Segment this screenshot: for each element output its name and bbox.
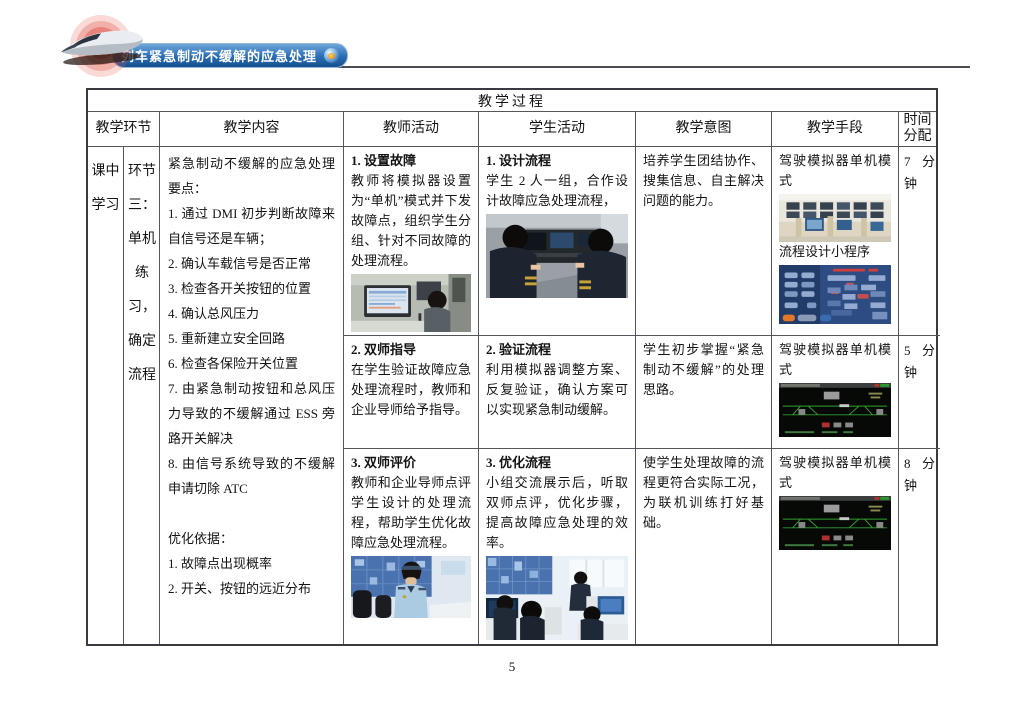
document-page: { "page": { "banner_title": "列车紧急制动不缓解的应…	[0, 0, 1024, 724]
teacher-activity-row3: 3. 双师评价 教师和企业导师点评学生设计的处理流程，帮助学生优化故障应急处理流…	[344, 449, 479, 644]
teaching-process-table: 教学过程 教学环节 教学内容 教师活动 学生活动 教学意图 教学手段 时间分配 …	[86, 88, 938, 646]
stage-phase: 课中学习	[88, 147, 124, 644]
instructor-evaluation-photo	[351, 556, 471, 618]
table-row: 1. 设置故障 教师将模拟器设置为“单机”模式并下发故障点，组织学生分组、针对不…	[344, 147, 940, 336]
page-title: 列车紧急制动不缓解的应急处理	[121, 46, 317, 65]
stage-cell: 课中学习 环节三：单机练习，确定流程	[88, 147, 160, 644]
teacher-at-computer-photo	[351, 274, 471, 332]
column-header-content: 教学内容	[160, 112, 344, 146]
teacher-activity-text: 教师和企业导师点评学生设计的处理流程，帮助学生优化故障应急处理流程。	[351, 473, 471, 553]
student-activity-row3: 3. 优化流程 小组交流展示后，听取双师点评，优化步骤，提高故障应急处理的效率。	[479, 449, 636, 644]
students-at-simulator-photo	[486, 214, 628, 298]
teacher-activity-title: 3. 双师评价	[351, 453, 471, 473]
table-row: 2. 双师指导 在学生验证故障应急处理流程时，教师和企业导师给予指导。 2. 验…	[344, 336, 940, 449]
table-body: 课中学习 环节三：单机练习，确定流程 紧急制动不缓解的应急处理要点： 1. 通过…	[88, 147, 936, 644]
method-label: 流程设计小程序	[779, 242, 891, 262]
column-header-intent: 教学意图	[636, 112, 772, 146]
table-header-row: 教学环节 教学内容 教师活动 学生活动 教学意图 教学手段 时间分配	[88, 112, 936, 147]
classroom-discussion-photo	[486, 556, 628, 640]
simulator-room-photo	[779, 194, 891, 242]
column-header-time: 时间分配	[899, 112, 936, 146]
track-diagram-screenshot	[779, 496, 891, 550]
intent-row2: 学生初步掌握“紧急制动不缓解”的处理思路。	[636, 336, 772, 448]
teacher-activity-row1: 1. 设置故障 教师将模拟器设置为“单机”模式并下发故障点，组织学生分组、针对不…	[344, 147, 479, 335]
student-activity-title: 1. 设计流程	[486, 151, 628, 171]
method-row2: 驾驶模拟器单机模式	[772, 336, 899, 448]
method-row1: 驾驶模拟器单机模式 流程	[772, 147, 899, 335]
teacher-activity-title: 2. 双师指导	[351, 340, 471, 360]
student-activity-text: 学生 2 人一组，合作设计故障应急处理流程，	[486, 171, 628, 211]
student-activity-title: 3. 优化流程	[486, 453, 628, 473]
activity-rows: 1. 设置故障 教师将模拟器设置为“单机”模式并下发故障点，组织学生分组、针对不…	[344, 147, 940, 644]
page-number: 5	[0, 659, 1024, 675]
teacher-activity-title: 1. 设置故障	[351, 151, 471, 171]
column-header-method: 教学手段	[772, 112, 899, 146]
flow-design-app-screenshot	[779, 265, 891, 324]
student-activity-row1: 1. 设计流程 学生 2 人一组，合作设计故障应急处理流程，	[479, 147, 636, 335]
intent-row1: 培养学生团结协作、搜集信息、自主解决问题的能力。	[636, 147, 772, 335]
train-logo-icon	[56, 14, 150, 80]
time-row1: 7 分钟	[899, 147, 940, 335]
table-title: 教学过程	[88, 90, 936, 112]
method-row3: 驾驶模拟器单机模式	[772, 449, 899, 644]
intent-row3: 使学生处理故障的流程更符合实际工况，为联机训练打好基础。	[636, 449, 772, 644]
table-row: 3. 双师评价 教师和企业导师点评学生设计的处理流程，帮助学生优化故障应急处理流…	[344, 449, 940, 644]
column-header-student: 学生活动	[479, 112, 636, 146]
method-label: 驾驶模拟器单机模式	[779, 453, 891, 493]
teacher-activity-row2: 2. 双师指导 在学生验证故障应急处理流程时，教师和企业导师给予指导。	[344, 336, 479, 448]
column-header-teacher: 教师活动	[344, 112, 479, 146]
teacher-activity-text: 教师将模拟器设置为“单机”模式并下发故障点，组织学生分组、针对不同故障的处理流程…	[351, 171, 471, 271]
student-activity-row2: 2. 验证流程 利用模拟器调整方案、反复验证，确认方案可以实现紧急制动缓解。	[479, 336, 636, 448]
method-label: 驾驶模拟器单机模式	[779, 340, 891, 380]
time-row2: 5 分钟	[899, 336, 940, 448]
banner-orb-icon	[324, 48, 339, 63]
student-activity-text: 小组交流展示后，听取双师点评，优化步骤，提高故障应急处理的效率。	[486, 473, 628, 553]
teacher-activity-text: 在学生验证故障应急处理流程时，教师和企业导师给予指导。	[351, 360, 471, 420]
stage-step: 环节三：单机练习，确定流程	[124, 147, 160, 644]
column-header-stage: 教学环节	[88, 112, 160, 146]
time-row3: 8 分钟	[899, 449, 940, 644]
method-label: 驾驶模拟器单机模式	[779, 151, 891, 191]
student-activity-title: 2. 验证流程	[486, 340, 628, 360]
track-diagram-screenshot	[779, 383, 891, 437]
student-activity-text: 利用模拟器调整方案、反复验证，确认方案可以实现紧急制动缓解。	[486, 360, 628, 420]
teaching-content-cell: 紧急制动不缓解的应急处理要点： 1. 通过 DMI 初步判断故障来自信号还是车辆…	[160, 147, 344, 644]
